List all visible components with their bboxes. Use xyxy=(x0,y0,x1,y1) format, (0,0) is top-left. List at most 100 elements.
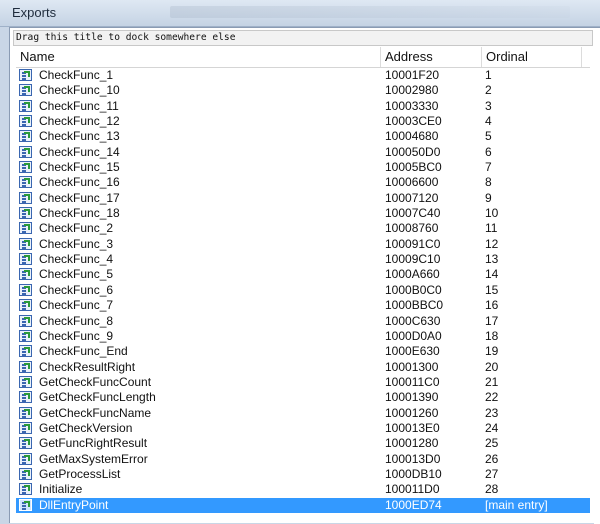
cell-address: 10007120 xyxy=(385,190,439,205)
cell-ordinal: 6 xyxy=(485,144,492,159)
cell-address: 10001300 xyxy=(385,359,439,374)
column-header-address[interactable]: Address xyxy=(381,47,482,67)
dock-hint: Drag this title to dock somewhere else xyxy=(16,32,236,43)
cell-name: GetProcessList xyxy=(39,466,121,481)
table-row[interactable]: GetCheckFuncLength 10001390 22 xyxy=(16,390,590,405)
table-row[interactable]: CheckFunc_7 1000BBC0 16 xyxy=(16,298,590,313)
table-row[interactable]: CheckFunc_2 10008760 11 xyxy=(16,221,590,236)
cell-ordinal: 21 xyxy=(485,374,499,389)
export-function-icon xyxy=(19,314,32,327)
export-function-icon xyxy=(19,467,32,480)
cell-name: GetCheckFuncCount xyxy=(39,374,152,389)
table-row[interactable]: GetProcessList 1000DB10 27 xyxy=(16,467,590,482)
cell-address: 1000ED74 xyxy=(385,497,442,512)
cell-address: 10009C10 xyxy=(385,252,441,267)
table-row[interactable]: CheckFunc_4 10009C10 13 xyxy=(16,252,590,267)
table-row[interactable]: CheckFunc_9 1000D0A0 18 xyxy=(16,329,590,344)
cell-name: CheckFunc_10 xyxy=(39,83,120,98)
cell-ordinal: 20 xyxy=(485,359,499,374)
export-function-icon xyxy=(19,99,32,112)
export-function-icon xyxy=(19,191,32,204)
export-function-icon xyxy=(19,207,32,220)
table-row[interactable]: CheckFunc_11 10003330 3 xyxy=(16,99,590,114)
column-header-ordinal[interactable]: Ordinal xyxy=(482,47,582,67)
cell-address: 10001390 xyxy=(385,390,439,405)
cell-ordinal: 11 xyxy=(485,221,498,236)
table-row[interactable]: CheckFunc_18 10007C40 10 xyxy=(16,206,590,221)
cell-name: CheckFunc_12 xyxy=(39,114,120,129)
cell-name: CheckFunc_18 xyxy=(39,206,120,221)
cell-ordinal: 1 xyxy=(485,68,492,82)
table-row[interactable]: GetCheckFuncName 10001260 23 xyxy=(16,406,590,421)
table-row[interactable]: CheckFunc_1 10001F20 1 xyxy=(16,68,590,83)
cell-address: 10003CE0 xyxy=(385,114,442,129)
table-row[interactable]: CheckFunc_5 1000A660 14 xyxy=(16,267,590,282)
cell-ordinal: 13 xyxy=(485,252,499,267)
window-title: Exports xyxy=(12,5,57,20)
export-function-icon xyxy=(19,329,32,342)
export-function-icon xyxy=(19,421,32,434)
table-row[interactable]: CheckFunc_15 10005BC0 7 xyxy=(16,160,590,175)
export-function-icon xyxy=(19,268,32,281)
table-row[interactable]: GetFuncRightResult 10001280 25 xyxy=(16,436,590,451)
cell-name: CheckFunc_9 xyxy=(39,328,114,343)
cell-name: CheckFunc_End xyxy=(39,344,128,359)
cell-ordinal: 8 xyxy=(485,175,492,190)
cell-ordinal: 16 xyxy=(485,298,499,313)
cell-ordinal: 2 xyxy=(485,83,492,98)
cell-ordinal: 10 xyxy=(485,206,499,221)
cell-address: 10004680 xyxy=(385,129,439,144)
export-function-icon xyxy=(19,406,32,419)
table-row[interactable]: CheckFunc_13 10004680 5 xyxy=(16,129,590,144)
table-row[interactable]: GetCheckFuncCount 100011C0 21 xyxy=(16,375,590,390)
cell-address: 10002980 xyxy=(385,83,439,98)
cell-address: 100013E0 xyxy=(385,420,440,435)
table-row[interactable]: CheckFunc_3 100091C0 12 xyxy=(16,237,590,252)
cell-ordinal: 22 xyxy=(485,390,499,405)
export-function-icon xyxy=(19,84,32,97)
table-row[interactable]: GetCheckVersion 100013E0 24 xyxy=(16,421,590,436)
export-function-icon xyxy=(19,498,32,511)
cell-address: 100091C0 xyxy=(385,236,441,251)
table-row[interactable]: CheckFunc_6 1000B0C0 15 xyxy=(16,283,590,298)
table-row[interactable]: CheckFunc_16 10006600 8 xyxy=(16,175,590,190)
table-row[interactable]: CheckFunc_10 10002980 2 xyxy=(16,83,590,98)
cell-name: GetCheckFuncName xyxy=(39,405,152,420)
export-function-icon xyxy=(19,176,32,189)
cell-address: 1000D0A0 xyxy=(385,328,442,343)
table-row[interactable]: Initialize 100011D0 28 xyxy=(16,482,590,497)
export-function-icon xyxy=(19,283,32,296)
cell-address: 10001F20 xyxy=(385,68,440,82)
table-row[interactable]: CheckFunc_End 1000E630 19 xyxy=(16,344,590,359)
cell-ordinal: 12 xyxy=(485,236,499,251)
cell-name: CheckFunc_16 xyxy=(39,175,120,190)
titlebar-background xyxy=(170,6,570,18)
dock-title-bar[interactable]: Drag this title to dock somewhere else xyxy=(13,30,593,46)
cell-address: 1000DB10 xyxy=(385,466,442,481)
cell-address: 100011D0 xyxy=(385,482,440,497)
export-function-icon xyxy=(19,161,32,174)
table-row[interactable]: CheckFunc_12 10003CE0 4 xyxy=(16,114,590,129)
cell-ordinal: 14 xyxy=(485,267,499,282)
cell-name: DllEntryPoint xyxy=(39,497,109,512)
cell-name: CheckFunc_3 xyxy=(39,236,114,251)
window-titlebar[interactable]: Exports xyxy=(0,0,600,27)
export-function-icon xyxy=(19,130,32,143)
cell-name: CheckFunc_4 xyxy=(39,252,114,267)
export-function-icon xyxy=(19,360,32,373)
cell-name: Initialize xyxy=(39,482,83,497)
cell-address: 100011C0 xyxy=(385,374,440,389)
export-function-icon xyxy=(19,483,32,496)
cell-address: 100013D0 xyxy=(385,451,441,466)
table-row[interactable]: CheckFunc_14 100050D0 6 xyxy=(16,145,590,160)
table-row[interactable]: DllEntryPoint 1000ED74 [main entry] xyxy=(16,497,590,513)
column-header-name[interactable]: Name xyxy=(16,47,381,67)
cell-address: 10001280 xyxy=(385,436,439,451)
table-row[interactable]: GetMaxSystemError 100013D0 26 xyxy=(16,452,590,467)
cell-address: 1000BBC0 xyxy=(385,298,444,313)
cell-name: CheckResultRight xyxy=(39,359,136,374)
table-row[interactable]: CheckFunc_17 10007120 9 xyxy=(16,191,590,206)
table-row[interactable]: CheckFunc_8 1000C630 17 xyxy=(16,314,590,329)
table-row[interactable]: CheckResultRight 10001300 20 xyxy=(16,360,590,375)
export-function-icon xyxy=(19,237,32,250)
